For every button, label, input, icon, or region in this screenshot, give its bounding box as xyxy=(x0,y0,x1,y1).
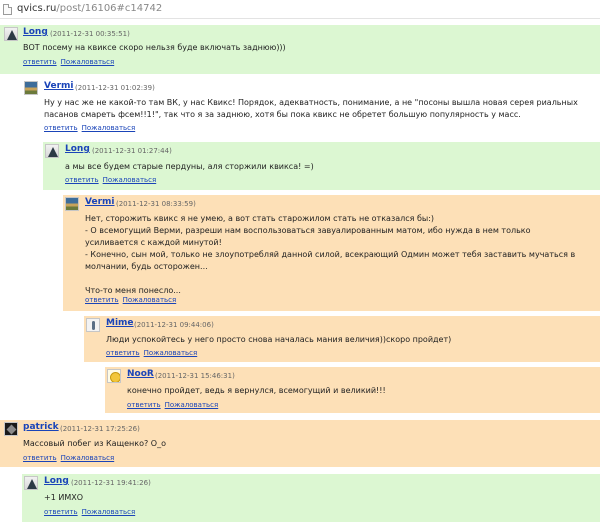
reply-link[interactable]: ответить xyxy=(44,508,78,516)
user-avatar[interactable] xyxy=(45,144,59,158)
comment-text: Люди успокойтесь у него просто снова нач… xyxy=(106,335,452,344)
report-link[interactable]: Пожаловаться xyxy=(103,176,157,184)
reply-link[interactable]: ответить xyxy=(44,124,78,132)
comment: Long (2011-12-31 19:41:26) +1 ИМХО ответ… xyxy=(22,474,600,522)
comment-line: - Конечно, сын мой, только не злоупотреб… xyxy=(85,250,578,271)
user-avatar[interactable] xyxy=(65,197,79,211)
comment-line xyxy=(85,273,585,285)
comment-text: конечно пройдет, ведь я вернулся, всемог… xyxy=(127,386,386,395)
comment-line: - О всемогущий Верми, разреши нам воспол… xyxy=(85,226,534,247)
comment-author[interactable]: NooR xyxy=(127,369,154,379)
comment: Mime (2011-12-31 09:44:06) Люди успокойт… xyxy=(84,316,600,362)
comment: Vermi (2011-12-31 01:02:39) Ну у нас же … xyxy=(22,79,600,137)
comment: NooR (2011-12-31 15:46:31) конечно пройд… xyxy=(105,367,600,413)
comment: Long (2011-12-31 00:35:51) ВОТ посему на… xyxy=(0,25,600,74)
user-avatar[interactable] xyxy=(4,422,18,436)
comment-author[interactable]: Long xyxy=(65,144,90,154)
reply-link[interactable]: ответить xyxy=(65,176,99,184)
comment-author[interactable]: Vermi xyxy=(85,197,114,207)
user-avatar[interactable] xyxy=(107,369,121,383)
comment-actions: ответить Пожаловаться xyxy=(23,58,118,66)
report-link[interactable]: Пожаловаться xyxy=(61,454,115,462)
comment-text: Нет, сторожить квикс я не умею, а вот ст… xyxy=(85,213,585,297)
report-link[interactable]: Пожаловаться xyxy=(144,349,198,357)
comment: Vermi (2011-12-31 08:33:59) Нет, сторожи… xyxy=(63,195,600,311)
comment-date: (2011-12-31 09:44:06) xyxy=(134,321,214,329)
report-link[interactable]: Пожаловаться xyxy=(61,58,115,66)
report-link[interactable]: Пожаловаться xyxy=(82,508,136,516)
report-link[interactable]: Пожаловаться xyxy=(82,124,136,132)
comment-actions: ответить Пожаловаться xyxy=(127,401,222,409)
reply-link[interactable]: ответить xyxy=(23,58,57,66)
address-bar[interactable]: qvics.ru/post/16106#c14742 xyxy=(0,0,600,19)
comment-text: +1 ИМХО xyxy=(44,493,83,502)
comment-date: (2011-12-31 01:02:39) xyxy=(75,84,155,92)
user-avatar[interactable] xyxy=(4,27,18,41)
reply-link[interactable]: ответить xyxy=(23,454,57,462)
comment-date: (2011-12-31 01:27:44) xyxy=(92,147,172,155)
reply-link[interactable]: ответить xyxy=(106,349,140,357)
comment-text: а мы все будем старые пердуны, аля сторж… xyxy=(65,162,314,171)
comment-author[interactable]: Mime xyxy=(106,318,134,328)
page-icon xyxy=(3,4,12,15)
user-avatar[interactable] xyxy=(24,476,38,490)
comment-line: Нет, сторожить квикс я не умею, а вот ст… xyxy=(85,214,435,223)
comment-author[interactable]: Long xyxy=(23,27,48,37)
comment-date: (2011-12-31 00:35:51) xyxy=(50,30,130,38)
comment-actions: ответить Пожаловаться xyxy=(85,296,180,304)
reply-link[interactable]: ответить xyxy=(85,296,119,304)
comment-actions: ответить Пожаловаться xyxy=(65,176,160,184)
reply-link[interactable]: ответить xyxy=(127,401,161,409)
comment-actions: ответить Пожаловаться xyxy=(23,454,118,462)
url-text[interactable]: qvics.ru/post/16106#c14742 xyxy=(17,3,162,14)
report-link[interactable]: Пожаловаться xyxy=(123,296,177,304)
comment: Long (2011-12-31 01:27:44) а мы все буде… xyxy=(43,142,600,190)
comment-text: ВОТ посему на квиксе скоро нельзя буде в… xyxy=(23,43,286,52)
comment-date: (2011-12-31 08:33:59) xyxy=(116,200,196,208)
report-link[interactable]: Пожаловаться xyxy=(165,401,219,409)
comment-author[interactable]: patrick xyxy=(23,422,59,432)
comment-author[interactable]: Long xyxy=(44,476,69,486)
comment-actions: ответить Пожаловаться xyxy=(44,124,139,132)
user-avatar[interactable] xyxy=(86,318,100,332)
comment-date: (2011-12-31 19:41:26) xyxy=(71,479,151,487)
comment-text: Массовый побег из Кащенко? О_о xyxy=(23,439,166,448)
comment-date: (2011-12-31 15:46:31) xyxy=(155,372,235,380)
comment-text: Ну у нас же не какой-то там ВК, у нас Кв… xyxy=(44,98,581,119)
comment-actions: ответить Пожаловаться xyxy=(44,508,139,516)
comment: patrick (2011-12-31 17:25:26) Массовый п… xyxy=(0,420,600,467)
comment-actions: ответить Пожаловаться xyxy=(106,349,201,357)
comment-author[interactable]: Vermi xyxy=(44,81,73,91)
user-avatar[interactable] xyxy=(24,81,38,95)
comment-date: (2011-12-31 17:25:26) xyxy=(60,425,140,433)
